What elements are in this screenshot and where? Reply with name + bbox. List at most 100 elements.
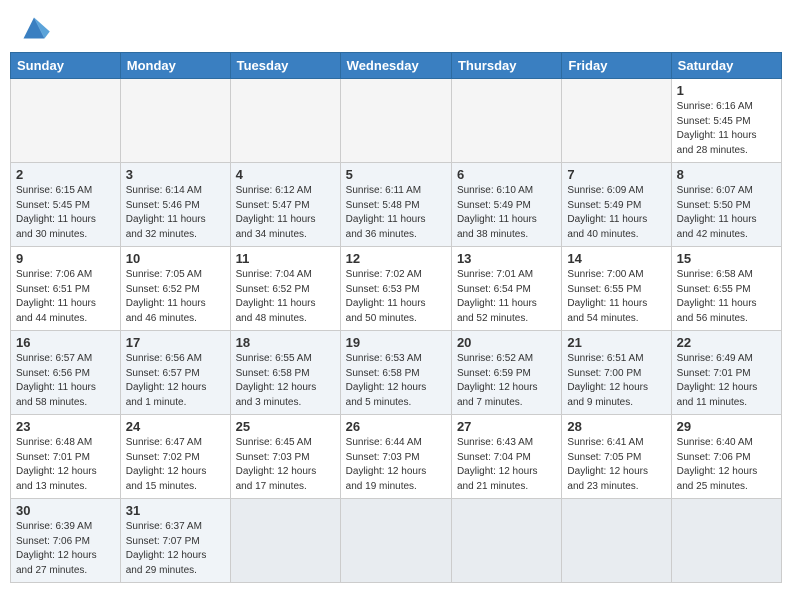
calendar-cell: 23 Sunrise: 6:48 AM Sunset: 7:01 PM Dayli… <box>11 415 121 499</box>
weekday-header-monday: Monday <box>120 53 230 79</box>
day-info: Sunrise: 7:01 AM Sunset: 6:54 PM Dayligh… <box>457 268 556 326</box>
day-number: 30 <box>16 503 115 518</box>
logo-icon <box>16 14 52 42</box>
calendar-cell: 2 Sunrise: 6:15 AM Sunset: 5:45 PM Daylig… <box>11 163 121 247</box>
calendar-cell: 27 Sunrise: 6:43 AM Sunset: 7:04 PM Dayli… <box>451 415 561 499</box>
day-info: Sunrise: 6:51 AM Sunset: 7:00 PM Dayligh… <box>567 352 665 410</box>
day-info: Sunrise: 7:05 AM Sunset: 6:52 PM Dayligh… <box>126 268 225 326</box>
calendar-cell <box>230 79 340 163</box>
calendar-cell: 20 Sunrise: 6:52 AM Sunset: 6:59 PM Dayli… <box>451 331 561 415</box>
calendar-cell: 21 Sunrise: 6:51 AM Sunset: 7:00 PM Dayli… <box>562 331 671 415</box>
calendar-cell: 3Sunrise: 6:14 AM Sunset: 5:46 PM Daylig… <box>120 163 230 247</box>
weekday-header-saturday: Saturday <box>671 53 781 79</box>
calendar-cell: 16 Sunrise: 6:57 AM Sunset: 6:56 PM Dayli… <box>11 331 121 415</box>
day-info: Sunrise: 6:47 AM Sunset: 7:02 PM Dayligh… <box>126 436 225 494</box>
calendar: SundayMondayTuesdayWednesdayThursdayFrid… <box>10 52 782 583</box>
calendar-cell: 6 Sunrise: 6:10 AM Sunset: 5:49 PM Daylig… <box>451 163 561 247</box>
calendar-cell: 13 Sunrise: 7:01 AM Sunset: 6:54 PM Dayli… <box>451 247 561 331</box>
day-number: 21 <box>567 335 665 350</box>
calendar-cell: 17Sunrise: 6:56 AM Sunset: 6:57 PM Dayli… <box>120 331 230 415</box>
day-number: 16 <box>16 335 115 350</box>
calendar-cell <box>120 79 230 163</box>
calendar-cell: 30 Sunrise: 6:39 AM Sunset: 7:06 PM Dayli… <box>11 499 121 583</box>
calendar-cell: 31 Sunrise: 6:37 AM Sunset: 7:07 PM Dayli… <box>120 499 230 583</box>
day-number: 7 <box>567 167 665 182</box>
calendar-cell: 9 Sunrise: 7:06 AM Sunset: 6:51 PM Daylig… <box>11 247 121 331</box>
calendar-cell: 19 Sunrise: 6:53 AM Sunset: 6:58 PM Dayli… <box>340 331 451 415</box>
weekday-header-wednesday: Wednesday <box>340 53 451 79</box>
calendar-cell: 14Sunrise: 7:00 AM Sunset: 6:55 PM Dayli… <box>562 247 671 331</box>
day-number: 31 <box>126 503 225 518</box>
calendar-cell: 28Sunrise: 6:41 AM Sunset: 7:05 PM Dayli… <box>562 415 671 499</box>
calendar-cell: 22Sunrise: 6:49 AM Sunset: 7:01 PM Dayli… <box>671 331 781 415</box>
day-number: 22 <box>677 335 776 350</box>
day-info: Sunrise: 6:40 AM Sunset: 7:06 PM Dayligh… <box>677 436 776 494</box>
day-info: Sunrise: 6:55 AM Sunset: 6:58 PM Dayligh… <box>236 352 335 410</box>
day-info: Sunrise: 6:10 AM Sunset: 5:49 PM Dayligh… <box>457 184 556 242</box>
calendar-cell <box>671 499 781 583</box>
calendar-cell: 25Sunrise: 6:45 AM Sunset: 7:03 PM Dayli… <box>230 415 340 499</box>
day-number: 12 <box>346 251 446 266</box>
calendar-cell <box>451 79 561 163</box>
day-info: Sunrise: 6:07 AM Sunset: 5:50 PM Dayligh… <box>677 184 776 242</box>
day-number: 20 <box>457 335 556 350</box>
calendar-cell: 4Sunrise: 6:12 AM Sunset: 5:47 PM Daylig… <box>230 163 340 247</box>
weekday-header-sunday: Sunday <box>11 53 121 79</box>
calendar-cell <box>340 499 451 583</box>
day-number: 8 <box>677 167 776 182</box>
day-info: Sunrise: 6:37 AM Sunset: 7:07 PM Dayligh… <box>126 520 225 578</box>
day-info: Sunrise: 6:09 AM Sunset: 5:49 PM Dayligh… <box>567 184 665 242</box>
day-info: Sunrise: 6:41 AM Sunset: 7:05 PM Dayligh… <box>567 436 665 494</box>
day-number: 6 <box>457 167 556 182</box>
day-info: Sunrise: 6:56 AM Sunset: 6:57 PM Dayligh… <box>126 352 225 410</box>
day-info: Sunrise: 6:39 AM Sunset: 7:06 PM Dayligh… <box>16 520 115 578</box>
page-header <box>10 10 782 46</box>
calendar-cell: 1Sunrise: 6:16 AM Sunset: 5:45 PM Daylig… <box>671 79 781 163</box>
day-info: Sunrise: 6:57 AM Sunset: 6:56 PM Dayligh… <box>16 352 115 410</box>
day-info: Sunrise: 6:11 AM Sunset: 5:48 PM Dayligh… <box>346 184 446 242</box>
day-number: 11 <box>236 251 335 266</box>
day-number: 13 <box>457 251 556 266</box>
day-number: 29 <box>677 419 776 434</box>
day-number: 26 <box>346 419 446 434</box>
day-number: 9 <box>16 251 115 266</box>
calendar-cell <box>230 499 340 583</box>
logo <box>16 14 56 42</box>
day-info: Sunrise: 6:12 AM Sunset: 5:47 PM Dayligh… <box>236 184 335 242</box>
calendar-cell: 8 Sunrise: 6:07 AM Sunset: 5:50 PM Daylig… <box>671 163 781 247</box>
weekday-header-friday: Friday <box>562 53 671 79</box>
day-info: Sunrise: 7:06 AM Sunset: 6:51 PM Dayligh… <box>16 268 115 326</box>
day-info: Sunrise: 6:44 AM Sunset: 7:03 PM Dayligh… <box>346 436 446 494</box>
day-number: 27 <box>457 419 556 434</box>
calendar-cell: 26 Sunrise: 6:44 AM Sunset: 7:03 PM Dayli… <box>340 415 451 499</box>
calendar-cell: 12 Sunrise: 7:02 AM Sunset: 6:53 PM Dayli… <box>340 247 451 331</box>
day-number: 19 <box>346 335 446 350</box>
day-number: 18 <box>236 335 335 350</box>
weekday-header-thursday: Thursday <box>451 53 561 79</box>
calendar-cell <box>562 79 671 163</box>
day-info: Sunrise: 6:15 AM Sunset: 5:45 PM Dayligh… <box>16 184 115 242</box>
calendar-cell: 29 Sunrise: 6:40 AM Sunset: 7:06 PM Dayli… <box>671 415 781 499</box>
calendar-cell <box>562 499 671 583</box>
calendar-cell: 5Sunrise: 6:11 AM Sunset: 5:48 PM Daylig… <box>340 163 451 247</box>
weekday-header-tuesday: Tuesday <box>230 53 340 79</box>
day-info: Sunrise: 6:52 AM Sunset: 6:59 PM Dayligh… <box>457 352 556 410</box>
day-number: 1 <box>677 83 776 98</box>
day-info: Sunrise: 7:02 AM Sunset: 6:53 PM Dayligh… <box>346 268 446 326</box>
day-info: Sunrise: 6:14 AM Sunset: 5:46 PM Dayligh… <box>126 184 225 242</box>
day-info: Sunrise: 7:00 AM Sunset: 6:55 PM Dayligh… <box>567 268 665 326</box>
calendar-cell <box>11 79 121 163</box>
day-info: Sunrise: 7:04 AM Sunset: 6:52 PM Dayligh… <box>236 268 335 326</box>
day-number: 2 <box>16 167 115 182</box>
day-info: Sunrise: 6:58 AM Sunset: 6:55 PM Dayligh… <box>677 268 776 326</box>
day-number: 24 <box>126 419 225 434</box>
day-info: Sunrise: 6:43 AM Sunset: 7:04 PM Dayligh… <box>457 436 556 494</box>
day-number: 23 <box>16 419 115 434</box>
day-info: Sunrise: 6:48 AM Sunset: 7:01 PM Dayligh… <box>16 436 115 494</box>
calendar-cell: 18 Sunrise: 6:55 AM Sunset: 6:58 PM Dayli… <box>230 331 340 415</box>
calendar-cell: 15 Sunrise: 6:58 AM Sunset: 6:55 PM Dayli… <box>671 247 781 331</box>
day-number: 15 <box>677 251 776 266</box>
day-number: 25 <box>236 419 335 434</box>
calendar-cell: 10Sunrise: 7:05 AM Sunset: 6:52 PM Dayli… <box>120 247 230 331</box>
day-info: Sunrise: 6:53 AM Sunset: 6:58 PM Dayligh… <box>346 352 446 410</box>
